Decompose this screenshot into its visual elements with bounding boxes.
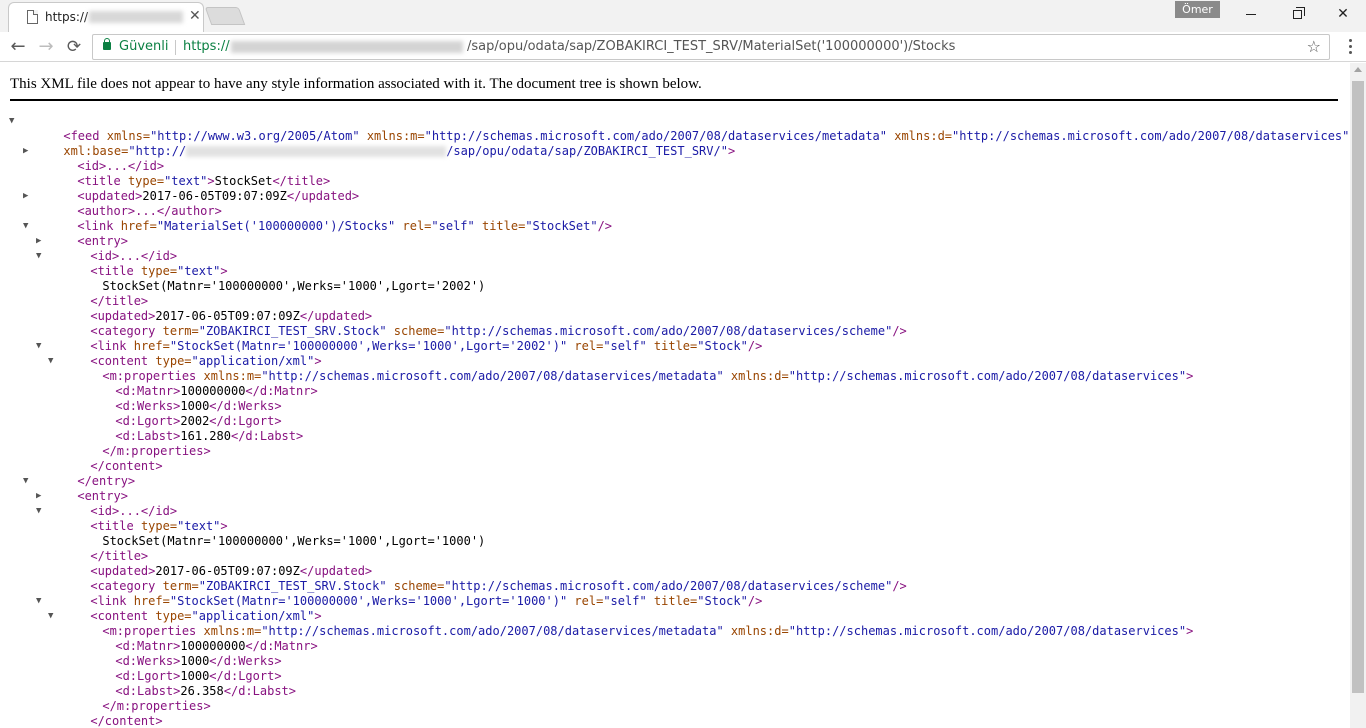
new-tab-button[interactable] [204,7,246,25]
profile-button[interactable]: Ömer [1175,1,1220,18]
xml-feed-id: ▶ <id>...</id> [23,146,165,173]
xml-feed-base: xml:base="http:///sap/opu/odata/sap/ZOBA… [63,144,736,158]
xml-entry-category: <category term="ZOBAKIRCI_TEST_SRV.Stock… [90,324,907,338]
expand-triangle-icon[interactable]: ▶ [23,144,28,159]
xml-entry-close: </entry> [77,474,136,488]
url-path[interactable]: /sap/opu/odata/sap/ZOBAKIRCI_TEST_SRV/Ma… [467,39,955,54]
xml-entry-title-open: ▼ <title type="text"> [36,506,228,533]
xml-entry-title-text: StockSet(Matnr='100000000',Werks='1000',… [102,534,486,548]
scrollbar-thumb[interactable] [1352,81,1364,693]
xml-labst: <d:Labst>161.280</d:Labst> [115,429,304,443]
xml-entry-id: ▶ <id>...</id> [36,491,178,518]
url-host-redacted [231,41,463,53]
xml-properties-close: </m:properties> [102,444,211,458]
xml-entry-title-text: StockSet(Matnr='100000000',Werks='1000',… [102,279,486,293]
xml-entry-title-close: </title> [90,294,149,308]
expand-triangle-icon[interactable]: ▶ [36,489,41,504]
minimize-icon [1246,13,1256,15]
expand-triangle-icon[interactable]: ▶ [23,189,28,204]
collapse-triangle-icon[interactable]: ▼ [36,504,41,519]
xml-labst: <d:Labst>26.358</d:Labst> [115,684,296,698]
menu-icon[interactable] [1344,38,1358,56]
address-bar[interactable]: Güvenli https:// /sap/opu/odata/sap/ZOBA… [92,34,1330,60]
xml-lgort: <d:Lgort>2002</d:Lgort> [115,414,282,428]
xml-properties-close: </m:properties> [102,699,211,713]
xml-werks: <d:Werks>1000</d:Werks> [115,399,282,413]
back-arrow-icon[interactable]: ← [6,35,30,59]
xml-entry-link: <link href="StockSet(Matnr='100000000',W… [90,339,763,353]
forward-arrow-icon[interactable]: → [34,35,58,59]
xml-entry-link: <link href="StockSet(Matnr='100000000',W… [90,594,763,608]
xml-entry-updated: <updated>2017-06-05T09:07:09Z</updated> [90,564,373,578]
xml-style-notice: This XML file does not appear to have an… [10,76,702,92]
redacted-host [186,146,447,157]
star-icon[interactable]: ☆ [1307,37,1321,56]
xml-feed-open: ▼ <feed xmlns="http://www.w3.org/2005/Ato… [9,116,1350,143]
notice-divider [10,99,1338,101]
scroll-up-arrow-icon[interactable] [1354,67,1362,72]
collapse-triangle-icon[interactable]: ▼ [36,339,41,354]
collapse-triangle-icon[interactable]: ▼ [48,354,53,369]
restore-icon [1292,6,1305,19]
address-separator [175,40,176,55]
url-scheme[interactable]: https:// [183,39,230,54]
secure-label[interactable]: Güvenli [119,39,168,54]
xml-entry-content-open: ▼ <content type="application/xml"> [36,341,322,368]
xml-matnr: <d:Matnr>100000000</d:Matnr> [115,384,318,398]
xml-werks: <d:Werks>1000</d:Werks> [115,654,282,668]
tab-title: https:// [45,10,89,24]
page-content: This XML file does not appear to have an… [0,63,1350,728]
lock-icon[interactable] [103,38,111,50]
restore-button[interactable] [1274,0,1320,28]
close-window-button[interactable]: ✕ [1320,0,1366,28]
xml-entry-content-open: ▼ <content type="application/xml"> [36,596,322,623]
xml-properties-open: ▼ <m:properties xmlns:m="http://schemas.m… [48,611,1194,638]
xml-entry-close: </entry> [34,714,135,728]
collapse-triangle-icon[interactable]: ▼ [23,474,28,489]
title-bar: https:// ✕ Ömer ✕ [0,0,1366,32]
collapse-triangle-icon[interactable]: ▼ [9,114,14,129]
collapse-triangle-icon[interactable]: ▼ [23,219,28,234]
xml-entry-updated: <updated>2017-06-05T09:07:09Z</updated> [90,309,373,323]
xml-feed-author: ▶ <author>...</author> [23,191,222,218]
xml-entry-category: <category term="ZOBAKIRCI_TEST_SRV.Stock… [90,579,907,593]
xml-matnr: <d:Matnr>100000000</d:Matnr> [115,639,318,653]
xml-lgort: <d:Lgort>1000</d:Lgort> [115,669,282,683]
xml-feed-title: <title type="text">StockSet</title> [77,174,331,188]
tab-title-redacted [89,11,183,23]
xml-entry-id: ▶ <id>...</id> [36,236,178,263]
xml-properties-open: ▼ <m:properties xmlns:m="http://schemas.m… [48,356,1194,383]
browser-tab[interactable]: https:// ✕ [8,2,204,32]
expand-triangle-icon[interactable]: ▶ [36,234,41,249]
xml-feed-updated: <updated>2017-06-05T09:07:09Z</updated> [77,189,360,203]
xml-entry-title-open: ▼ <title type="text"> [36,251,228,278]
vertical-scrollbar[interactable] [1350,63,1366,728]
xml-feed-link: <link href="MaterialSet('100000000')/Sto… [77,219,613,233]
tab-close-icon[interactable]: ✕ [189,8,201,24]
xml-entry-open: ▼ <entry> [23,476,128,503]
xml-content-close: </content> [90,714,163,728]
reload-icon[interactable]: ⟳ [62,35,86,59]
browser-toolbar: ← → ⟳ Güvenli https:// /sap/opu/odata/sa… [0,32,1366,62]
minimize-button[interactable] [1228,0,1274,28]
collapse-triangle-icon[interactable]: ▼ [36,594,41,609]
page-icon [27,10,38,24]
xml-content-close: </content> [90,459,163,473]
collapse-triangle-icon[interactable]: ▼ [36,249,41,264]
xml-entry-open: ▼ <entry> [23,221,128,248]
xml-entry-title-close: </title> [90,549,149,563]
collapse-triangle-icon[interactable]: ▼ [48,609,53,624]
